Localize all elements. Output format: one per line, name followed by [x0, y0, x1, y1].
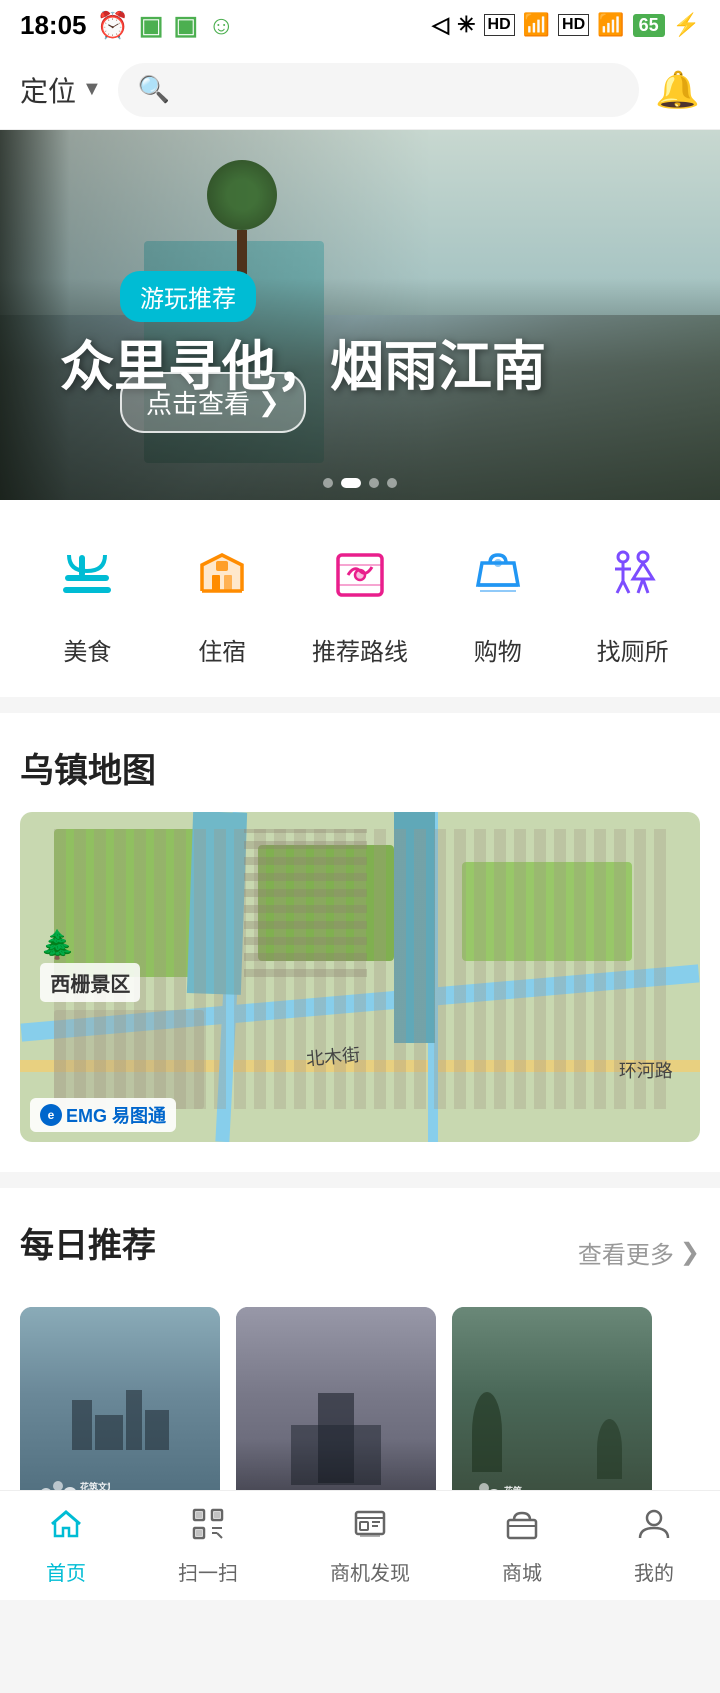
route-label: 推荐路线 [312, 632, 408, 667]
map-block2 [54, 1010, 204, 1109]
top-nav: 定位 ▼ 🔍 🔔 [0, 50, 720, 130]
banner-bg: 游玩推荐 众里寻他，烟雨江南 点击查看 ❯ [0, 130, 720, 500]
search-bar[interactable]: 🔍 [118, 63, 639, 117]
map-tree-icon: 🌲 [40, 928, 75, 961]
profile-label: 我的 [634, 1557, 674, 1586]
dot-4 [387, 478, 397, 488]
search-icon: 🔍 [138, 74, 170, 105]
nav-scan[interactable]: 扫一扫 [178, 1506, 238, 1586]
map-logo: e EMG 易图通 [30, 1098, 176, 1132]
status-icon3: ☺ [208, 10, 235, 41]
chevron-right-icon2: ❯ [680, 1238, 700, 1267]
recommend-title: 每日推荐 [20, 1218, 156, 1267]
toilet-label: 找厕所 [597, 632, 669, 667]
status-icon2: ▣ [173, 10, 198, 41]
hd-badge: HD [484, 14, 515, 36]
status-alarm-icon: ⏰ [97, 10, 129, 41]
hotel-icon [177, 530, 267, 620]
hotel-label: 住宿 [198, 632, 246, 667]
map-section: 乌镇地图 🌲 西栅景区 北木街 环河路 [0, 713, 720, 1172]
status-icon1: ▣ [139, 10, 164, 41]
business-icon [352, 1506, 388, 1551]
banner-tag: 游玩推荐 [120, 271, 256, 322]
category-hotel[interactable]: 住宿 [177, 530, 267, 667]
signal-icon: 📶 [523, 12, 550, 38]
category-section: 美食 住宿 推荐路线 [0, 500, 720, 697]
mall-label: 商城 [502, 1557, 542, 1586]
dot-1 [323, 478, 333, 488]
status-bar: 18:05 ⏰ ▣ ▣ ☺ ◁ ✳ HD 📶 HD 📶 65 ⚡ [0, 0, 720, 50]
bluetooth-icon: ✳ [457, 12, 475, 38]
dot-2 [341, 478, 361, 488]
location-label: 定位 [20, 70, 76, 110]
map-xichan-label: 西栅景区 [40, 963, 140, 1002]
category-route[interactable]: 推荐路线 [312, 530, 408, 667]
food-label: 美食 [63, 632, 111, 667]
nav-business[interactable]: 商机发现 [330, 1506, 410, 1586]
gps-icon: ◁ [432, 12, 449, 38]
shop-label: 购物 [474, 632, 522, 667]
bottom-nav: 首页 扫一扫 [0, 1490, 720, 1600]
category-food[interactable]: 美食 [42, 530, 132, 667]
shop-icon [453, 530, 543, 620]
toilet-icon [588, 530, 678, 620]
view-more-button[interactable]: 查看更多 ❯ [578, 1235, 700, 1270]
nav-profile[interactable]: 我的 [634, 1506, 674, 1586]
status-left: 18:05 ⏰ ▣ ▣ ☺ [20, 10, 235, 41]
map-container[interactable]: 🌲 西栅景区 北木街 环河路 e EMG 易图通 [20, 812, 700, 1142]
route-icon [315, 530, 405, 620]
banner-cta-button[interactable]: 点击查看 ❯ [120, 372, 306, 433]
chevron-right-icon: ❯ [258, 387, 280, 418]
map-xichan-label-group: 🌲 西栅景区 [40, 928, 140, 1002]
location-arrow-icon: ▼ [82, 78, 102, 101]
charging-icon: ⚡ [673, 12, 700, 38]
emg-circle-icon: e [40, 1104, 62, 1126]
nav-mall[interactable]: 商城 [502, 1506, 542, 1586]
map-beimu-label: 北木街 [305, 1041, 361, 1072]
map-title: 乌镇地图 [20, 743, 700, 792]
emg-logo-text: EMG 易图通 [66, 1102, 166, 1128]
card1-buildings [20, 1390, 220, 1450]
wifi-icon: 📶 [597, 12, 624, 38]
status-time: 18:05 [20, 10, 87, 41]
map-huanhe-label: 环河路 [619, 1057, 673, 1083]
profile-icon [636, 1506, 672, 1551]
dot-3 [369, 478, 379, 488]
home-icon [48, 1506, 84, 1551]
nav-home[interactable]: 首页 [46, 1506, 86, 1586]
banner: 游玩推荐 众里寻他，烟雨江南 点击查看 ❯ [0, 130, 720, 500]
banner-text-overlay [0, 130, 720, 500]
bell-icon[interactable]: 🔔 [655, 69, 700, 111]
mall-icon [504, 1506, 540, 1551]
banner-dots [323, 478, 397, 488]
card3-tree1 [472, 1392, 502, 1472]
view-more-label: 查看更多 [578, 1235, 674, 1270]
hd-badge2: HD [558, 14, 589, 36]
battery-icon: 65 [633, 14, 665, 37]
category-shop[interactable]: 购物 [453, 530, 543, 667]
map-block-detail [244, 829, 366, 978]
recommend-header: 每日推荐 查看更多 ❯ [20, 1218, 700, 1287]
business-label: 商机发现 [330, 1557, 410, 1586]
food-icon [42, 530, 132, 620]
scan-icon [190, 1506, 226, 1551]
map-bg: 🌲 西栅景区 北木街 环河路 e EMG 易图通 [20, 812, 700, 1142]
status-right: ◁ ✳ HD 📶 HD 📶 65 ⚡ [432, 12, 700, 38]
location-button[interactable]: 定位 ▼ [20, 70, 102, 110]
category-toilet[interactable]: 找厕所 [588, 530, 678, 667]
scan-label: 扫一扫 [178, 1557, 238, 1586]
home-label: 首页 [46, 1557, 86, 1586]
